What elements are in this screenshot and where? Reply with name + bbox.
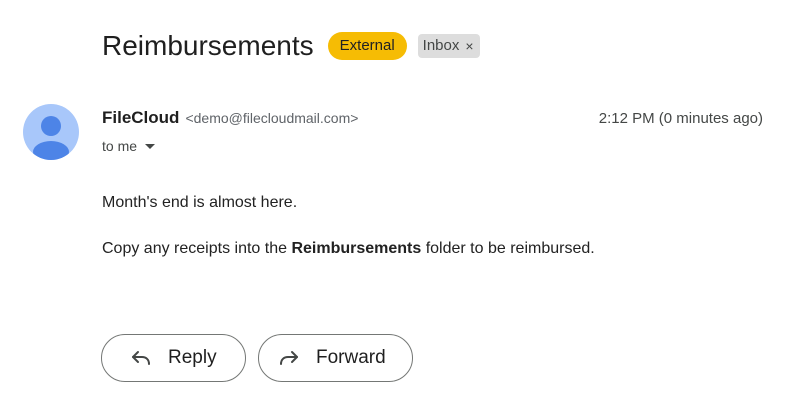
recipient-details-toggle[interactable]: to me xyxy=(102,138,156,154)
person-icon xyxy=(33,116,69,160)
email-subject: Reimbursements xyxy=(102,30,314,61)
sender-name[interactable]: FileCloud xyxy=(102,108,179,128)
caret-down-icon[interactable] xyxy=(145,143,156,149)
body-text: folder to be reimbursed. xyxy=(421,240,595,257)
reply-arrow-icon xyxy=(132,351,150,365)
email-body-line: Month's end is almost here. xyxy=(102,194,298,211)
forward-arrow-icon xyxy=(280,351,298,365)
forward-label: Forward xyxy=(316,347,386,368)
body-text: Copy any receipts into the xyxy=(102,240,292,257)
subject-row: Reimbursements External Inbox × xyxy=(102,26,480,66)
sender-row: FileCloud <demo@filecloudmail.com> xyxy=(102,108,358,128)
email-timestamp: 2:12 PM (0 minutes ago) xyxy=(598,110,763,127)
remove-label-icon[interactable]: × xyxy=(465,36,473,56)
folder-name: Reimbursements xyxy=(291,240,422,257)
inbox-label[interactable]: Inbox × xyxy=(417,34,480,58)
recipient-text: to me xyxy=(102,138,138,154)
reply-label: Reply xyxy=(168,347,217,368)
external-badge: External xyxy=(327,32,407,60)
forward-button[interactable]: Forward xyxy=(258,334,413,382)
reply-button[interactable]: Reply xyxy=(101,334,246,382)
sender-email: <demo@filecloudmail.com> xyxy=(185,110,359,126)
sender-avatar[interactable] xyxy=(23,104,79,160)
inbox-label-text: Inbox xyxy=(422,37,460,54)
email-body-line: Copy any receipts into the Reimbursement… xyxy=(102,240,595,258)
